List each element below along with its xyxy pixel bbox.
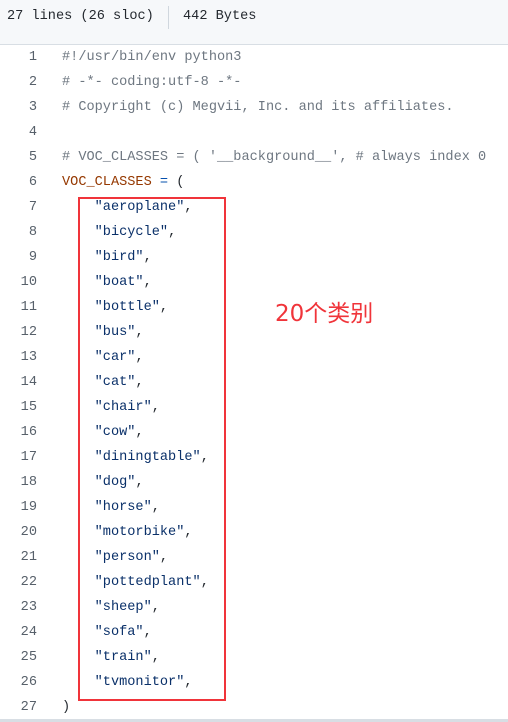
paren: ): [62, 700, 71, 715]
code-line: 3 # Copyright (c) Megvii, Inc. and its af…: [0, 95, 508, 120]
line-number: 2: [28, 75, 37, 90]
comment: # VOC_CLASSES = ( '__background__', # al…: [62, 150, 487, 165]
line-number: 8: [28, 225, 37, 240]
code-line: 17 "diningtable",: [0, 445, 508, 470]
line-number: 17: [20, 450, 37, 465]
code-line: 27): [0, 695, 508, 720]
line-number: 3: [28, 100, 37, 115]
line-number: 1: [28, 50, 37, 65]
line-number: 20: [20, 525, 37, 540]
code-line: 20 "motorbike",: [0, 520, 508, 545]
line-number: 11: [20, 300, 37, 315]
line-number: 12: [20, 325, 37, 340]
code-line: 8 "bicycle",: [0, 220, 508, 245]
code-line: 6 VOC_CLASSES = (: [0, 170, 508, 195]
highlight-box: [78, 197, 226, 701]
code-line: 18 "dog",: [0, 470, 508, 495]
operator: =: [151, 175, 177, 190]
line-number: 26: [20, 675, 37, 690]
line-number: 4: [28, 125, 37, 140]
paren: (: [176, 175, 185, 190]
code-line: 16 "cow",: [0, 420, 508, 445]
line-source: #!/usr/bin/env python3: [62, 45, 241, 70]
line-number: 13: [20, 350, 37, 365]
line-number: 25: [20, 650, 37, 665]
line-source: # VOC_CLASSES = ( '__background__', # al…: [62, 145, 486, 170]
line-number: 7: [28, 200, 37, 215]
code-line: 25 "train",: [0, 645, 508, 670]
line-number: 14: [20, 375, 37, 390]
code-line: 26 "tvmonitor",: [0, 670, 508, 695]
line-source: # -*- coding:utf-8 -*-: [62, 70, 241, 95]
line-number: 5: [28, 150, 37, 165]
code-line: 9 "bird",: [0, 245, 508, 270]
line-number: 9: [28, 250, 37, 265]
comment: # Copyright (c) Megvii, Inc. and its aff…: [62, 100, 454, 115]
code-line: 24 "sofa",: [0, 620, 508, 645]
line-source: # Copyright (c) Megvii, Inc. and its aff…: [62, 95, 454, 120]
line-number: 22: [20, 575, 37, 590]
line-number: 27: [20, 700, 37, 715]
variable-name: VOC_CLASSES: [62, 175, 152, 190]
code-line: 21 "person",: [0, 545, 508, 570]
code-line: 7 "aeroplane",: [0, 195, 508, 220]
line-count: 27 lines (26 sloc): [7, 9, 154, 24]
line-source: ): [62, 695, 70, 720]
code-line: 4: [0, 120, 508, 145]
code-line: 2 # -*- coding:utf-8 -*-: [0, 70, 508, 95]
line-source: VOC_CLASSES = (: [62, 170, 184, 195]
code-line: 5 # VOC_CLASSES = ( '__background__', # a…: [0, 145, 508, 170]
code-line: 14 "cat",: [0, 370, 508, 395]
line-number: 23: [20, 600, 37, 615]
code-line: 1 #!/usr/bin/env python3: [0, 45, 508, 70]
divider: [168, 6, 169, 29]
code-line: 13 "car",: [0, 345, 508, 370]
line-number: 15: [20, 400, 37, 415]
code-line: 12 "bus",: [0, 320, 508, 345]
code-line: 19 "horse",: [0, 495, 508, 520]
code-line: 15 "chair",: [0, 395, 508, 420]
code-view: 1 #!/usr/bin/env python3 2 # -*- coding:utf…: [0, 45, 508, 720]
line-number: 19: [20, 500, 37, 515]
code-line: 11 "bottle",: [0, 295, 508, 320]
code-line: 23 "sheep",: [0, 595, 508, 620]
line-number: 6: [28, 175, 37, 190]
line-number: 10: [20, 275, 37, 290]
line-number: 18: [20, 475, 37, 490]
code-line: 22 "pottedplant",: [0, 570, 508, 595]
line-number: 24: [20, 625, 37, 640]
comment: #!/usr/bin/env python3: [62, 50, 242, 65]
line-number: 16: [20, 425, 37, 440]
line-number: 21: [20, 550, 37, 565]
annotation-label: 20个类别: [275, 301, 374, 327]
comment: # -*- coding:utf-8 -*-: [62, 75, 242, 90]
file-info-header: 27 lines (26 sloc) 442 Bytes: [0, 0, 508, 45]
file-size: 442 Bytes: [183, 9, 257, 24]
code-line: 10 "boat",: [0, 270, 508, 295]
